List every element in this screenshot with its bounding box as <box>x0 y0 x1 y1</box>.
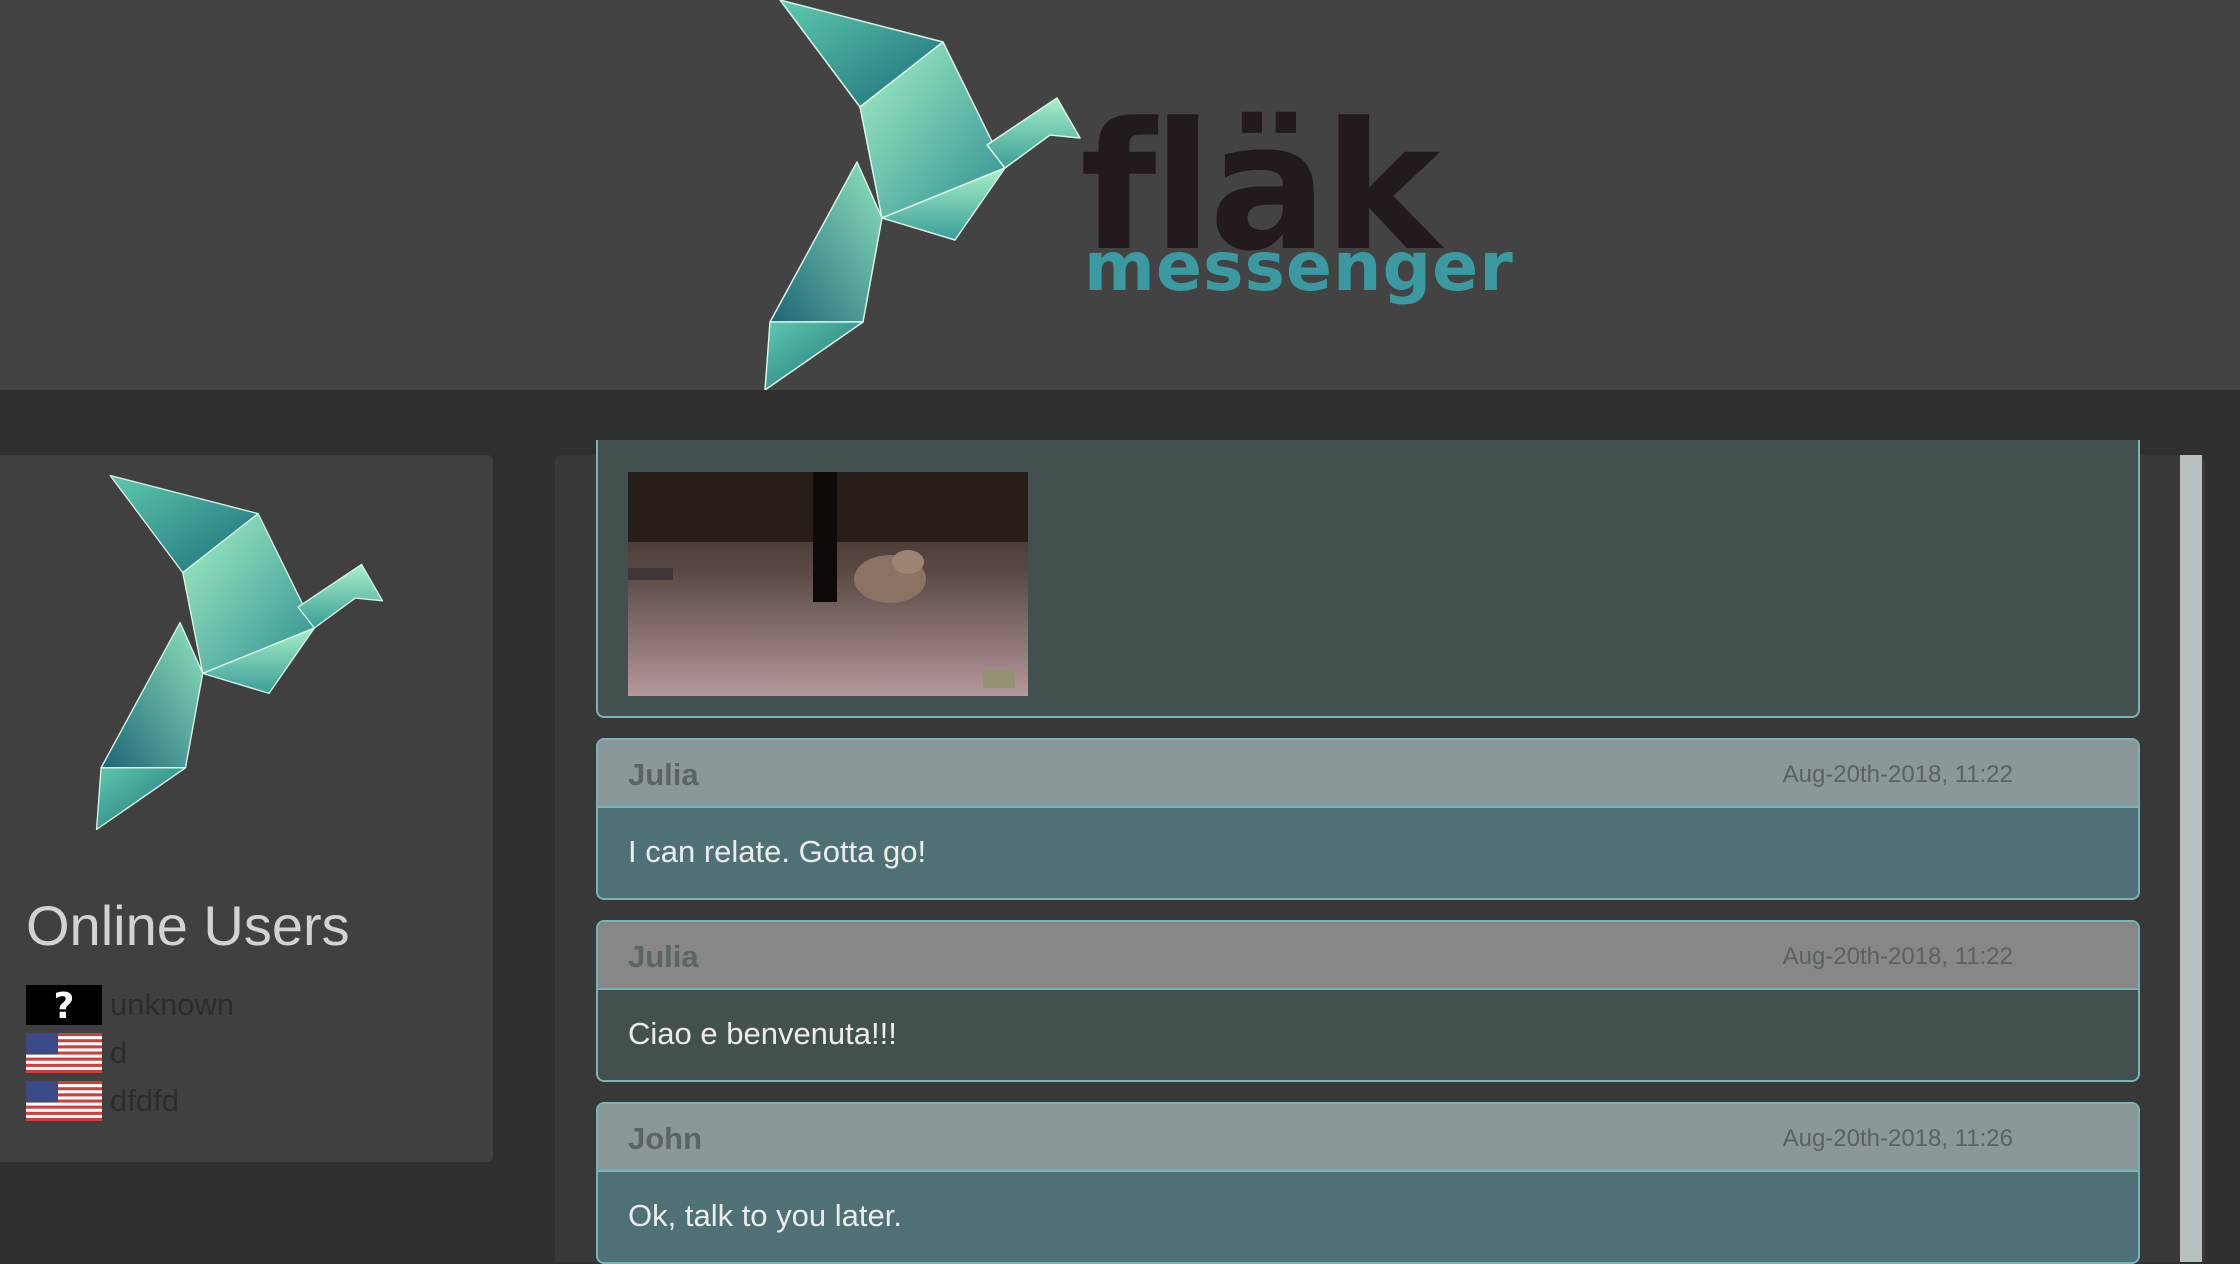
chat-message: Julia Aug-20th-2018, 11:22 Ciao e benven… <box>596 920 2140 1082</box>
animated-gif-thumbnail[interactable] <box>628 472 1028 696</box>
message-text: Ok, talk to you later. <box>628 1198 902 1233</box>
user-name: unknown <box>110 987 235 1022</box>
user-item[interactable]: d <box>26 1029 234 1077</box>
us-flag-icon <box>26 1033 102 1073</box>
image-message <box>596 440 2140 718</box>
message-author: John <box>628 1121 703 1156</box>
message-author: Julia <box>628 939 699 974</box>
message-text: Ciao e benvenuta!!! <box>628 1016 897 1051</box>
message-header: John Aug-20th-2018, 11:26 <box>598 1104 2138 1172</box>
online-users-title: Online Users <box>26 894 350 957</box>
user-name: d <box>110 1035 128 1070</box>
message-header: Julia Aug-20th-2018, 11:22 <box>598 740 2138 808</box>
message-header: Julia Aug-20th-2018, 11:22 <box>598 922 2138 990</box>
user-item[interactable]: ? unknown <box>26 981 234 1029</box>
chat-message: John Aug-20th-2018, 11:26 Ok, talk to yo… <box>596 1102 2140 1264</box>
svg-text:?: ? <box>54 986 75 1025</box>
online-users-sidebar: Online Users ? unknown d dfdfd <box>0 455 493 1162</box>
message-author: Julia <box>628 757 699 792</box>
chat-scrollbar[interactable] <box>2180 455 2202 1262</box>
unknown-flag-icon: ? <box>26 985 102 1025</box>
message-timestamp: Aug-20th-2018, 11:22 <box>1782 943 2013 970</box>
origami-bird-icon <box>760 0 1085 390</box>
user-name: dfdfd <box>110 1083 179 1118</box>
message-timestamp: Aug-20th-2018, 11:22 <box>1782 761 2013 788</box>
chat-message: Julia Aug-20th-2018, 11:22 I can relate.… <box>596 738 2140 900</box>
us-flag-icon <box>26 1081 102 1121</box>
online-users-list: ? unknown d dfdfd <box>26 981 234 1125</box>
message-timestamp: Aug-20th-2018, 11:26 <box>1782 1125 2013 1152</box>
origami-bird-icon <box>92 470 387 835</box>
brand-tagline: messenger <box>1084 228 1514 307</box>
user-item[interactable]: dfdfd <box>26 1077 234 1125</box>
message-text: I can relate. Gotta go! <box>628 834 927 869</box>
app-header: fläk messenger <box>0 0 2240 390</box>
